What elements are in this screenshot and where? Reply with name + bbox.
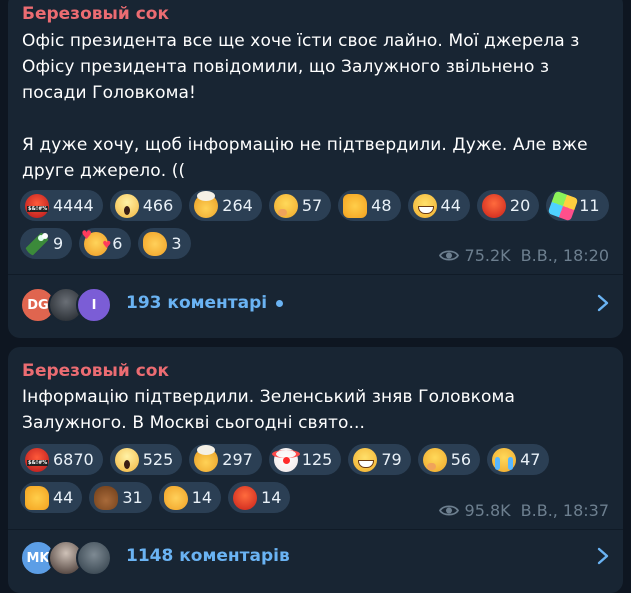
thumbs-up-icon <box>25 485 49 510</box>
avatar: I <box>76 287 112 323</box>
eye-icon <box>438 505 459 516</box>
screaming-face-icon <box>114 447 139 472</box>
clapping-hands-icon <box>143 231 168 256</box>
clapping-hands-icon <box>163 485 188 510</box>
reaction-count: 525 <box>142 450 174 469</box>
champagne-bottle-icon <box>25 231 49 256</box>
grinning-face-icon <box>353 447 378 472</box>
chevron-right-icon <box>597 294 609 312</box>
reaction-count: 4444 <box>53 196 94 215</box>
exploding-head-icon <box>194 190 219 218</box>
comments-button[interactable]: DG I 193 коментарі <box>20 283 609 323</box>
reaction-angry[interactable]: 14 <box>228 482 291 513</box>
reaction-count: 56 <box>450 450 472 469</box>
reaction-grinning[interactable]: 44 <box>407 190 470 221</box>
author-signature: В.В., <box>520 246 558 265</box>
clown-face-icon <box>271 447 300 472</box>
reaction-poop[interactable]: 31 <box>89 482 152 513</box>
reaction-count: 466 <box>142 196 174 215</box>
divider <box>8 529 623 530</box>
channel-post-1: Березовый сок Офіс президента все ще хоч… <box>8 0 623 338</box>
reaction-exploding-head[interactable]: 297 <box>189 444 262 475</box>
smiling-face-hearts-icon <box>81 228 111 256</box>
swearing-face-icon <box>25 193 49 218</box>
reaction-party[interactable]: 11 <box>546 190 609 221</box>
post-meta: 75.2K В.В., 18:20 <box>438 246 609 265</box>
view-count: 95.8K <box>464 501 511 520</box>
reaction-screaming[interactable]: 525 <box>109 444 183 475</box>
comment-count: 1148 коментарів <box>126 546 290 566</box>
post-author[interactable]: Березовый сок <box>22 4 169 24</box>
angry-face-icon <box>233 485 258 510</box>
reaction-count: 6 <box>112 234 123 253</box>
reaction-count: 48 <box>371 196 392 215</box>
post-meta: 95.8K В.В., 18:37 <box>438 501 609 520</box>
reaction-grinning[interactable]: 79 <box>348 444 411 475</box>
reaction-count: 14 <box>261 488 282 507</box>
reaction-count: 47 <box>520 450 541 469</box>
party-popper-icon <box>547 190 579 221</box>
screaming-face-icon <box>114 193 139 218</box>
poop-icon <box>94 485 119 510</box>
reaction-swearing[interactable]: 4444 <box>20 190 103 221</box>
reaction-exploding-head[interactable]: 264 <box>189 190 262 221</box>
angry-face-icon <box>481 193 506 218</box>
commenter-avatars: DG I <box>20 285 118 323</box>
reaction-swearing[interactable]: 6870 <box>20 444 103 475</box>
author-signature: В.В., <box>520 501 558 520</box>
reaction-count: 297 <box>222 450 253 469</box>
reaction-count: 44 <box>53 488 74 507</box>
reaction-count: 125 <box>301 450 333 469</box>
reaction-champagne[interactable]: 9 <box>20 228 73 259</box>
unread-dot <box>276 299 284 307</box>
crying-face-icon <box>492 447 517 472</box>
exploding-head-icon <box>194 444 219 472</box>
post-text: Інформацію підтвердили. Зеленський зняв … <box>22 387 515 433</box>
post-author[interactable]: Березовый сок <box>22 361 169 381</box>
divider <box>8 274 623 275</box>
reaction-crying[interactable]: 47 <box>487 444 550 475</box>
reaction-count: 3 <box>171 234 182 253</box>
reaction-count: 11 <box>579 196 600 215</box>
reaction-thumbs-up[interactable]: 48 <box>338 190 401 221</box>
reaction-thumbs-up[interactable]: 44 <box>20 482 83 513</box>
commenter-avatars: MK <box>20 538 118 576</box>
avatar <box>76 540 112 576</box>
thinking-face-icon <box>273 193 298 218</box>
reaction-count: 79 <box>381 450 402 469</box>
channel-post-2: Березовый сок Інформацію підтвердили. Зе… <box>8 347 623 593</box>
thumbs-up-icon <box>343 193 368 218</box>
reaction-clown[interactable]: 125 <box>268 444 342 475</box>
swearing-face-icon <box>25 447 49 472</box>
reaction-screaming[interactable]: 466 <box>109 190 183 221</box>
reaction-count: 31 <box>122 488 143 507</box>
reaction-count: 20 <box>509 196 531 215</box>
reaction-count: 9 <box>53 234 64 253</box>
post-text: Офіс президента все ще хоче їсти своє ла… <box>22 31 588 181</box>
reaction-thinking[interactable]: 56 <box>417 444 481 475</box>
reaction-count: 57 <box>301 196 323 215</box>
reaction-count: 264 <box>222 196 253 215</box>
grinning-face-icon <box>412 193 437 218</box>
thinking-face-icon <box>422 447 447 472</box>
reaction-count: 14 <box>191 488 213 507</box>
chevron-right-icon <box>597 547 609 565</box>
reaction-thinking[interactable]: 57 <box>268 190 332 221</box>
post-time: 18:37 <box>562 501 609 520</box>
reaction-count: 44 <box>440 196 461 215</box>
reaction-count: 6870 <box>53 450 94 469</box>
post-time: 18:20 <box>562 246 609 265</box>
view-count: 75.2K <box>464 246 511 265</box>
reaction-clap[interactable]: 14 <box>158 482 222 513</box>
comment-count: 193 коментарі <box>126 293 268 313</box>
reaction-clap[interactable]: 3 <box>138 228 191 259</box>
reaction-hearts[interactable]: 6 <box>79 228 132 259</box>
comments-button[interactable]: MK 1148 коментарів <box>20 536 609 576</box>
eye-icon <box>438 250 459 261</box>
reaction-angry[interactable]: 20 <box>476 190 540 221</box>
